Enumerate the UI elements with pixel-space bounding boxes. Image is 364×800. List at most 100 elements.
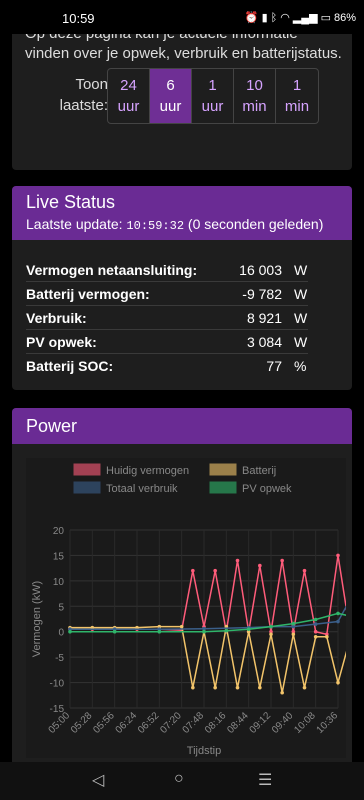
range-6-uur-button[interactable]: 6 uur [150,69,192,123]
status-time: 10:59 [62,11,95,26]
data-point [258,563,262,568]
y-tick-label: 15 [53,551,65,562]
data-point [336,619,340,624]
x-tick-label: 05:56 [91,710,117,736]
intro-text: Op deze pagina kan je actuele informatie… [25,34,342,62]
data-point [246,627,251,631]
data-point [336,611,340,616]
alarm-icon: ⏰ [244,12,259,24]
last-update-label: Laatste update: [26,216,123,232]
live-status-title: Live Status [26,192,116,212]
status-label: Batterij SOC: [26,358,114,374]
data-point [280,558,284,563]
data-point [280,690,284,695]
intro-card: Op deze pagina kan je actuele informatie… [12,34,352,170]
range-24-uur-button[interactable]: 24 uur [108,69,150,123]
range-unit: uur [201,98,224,115]
data-point [313,617,318,622]
power-chart: Huidig vermogen Batterij Totaal verbruik PV… [31,463,351,757]
legend-label: Totaal verbruik [106,483,178,495]
x-tick-label: 07:48 [181,710,207,736]
data-point [269,624,273,629]
y-tick-label: 10 [53,577,65,588]
status-label: Batterij vermogen: [26,286,150,302]
legend-swatch [209,481,237,494]
data-point [213,568,217,573]
last-update-time: 10:59:32 [126,219,185,233]
x-tick-label: 06:24 [114,710,140,736]
bluetooth-icon: ᛒ [270,11,278,24]
range-label: Toon laatste: [56,74,108,116]
y-tick-label: -10 [50,679,65,690]
data-point [313,622,318,626]
x-tick-label: 07:20 [158,710,184,736]
android-nav-bar: ◁ ○ ☰ [0,762,364,800]
data-point [291,621,296,626]
back-icon[interactable]: ◁ [92,770,104,790]
status-value: -9 782 [242,286,282,302]
data-point [157,629,162,634]
recents-icon[interactable]: ☰ [258,770,272,790]
x-tick-label: 08:16 [203,710,229,736]
data-point [224,628,229,633]
range-num: 1 [208,77,217,94]
y-tick-label: -5 [55,653,64,664]
status-icons: ⏰ ▮ ᛒ ◠ ▂▄▆ ▭ 86% [244,11,356,25]
status-unit: W [294,262,308,278]
status-row: Vermogen netaansluiting: 16 003 W [26,258,308,282]
status-row: PV opwek: 3 084 W [26,330,308,354]
data-point [235,558,240,563]
signal-icon: ▂▄▆ [292,12,318,24]
live-status-header: Live Status Laatste update: 10:59:32 (0 … [12,186,352,240]
range-unit: min [242,98,267,115]
range-10-min-button[interactable]: 10 min [234,69,276,123]
page-content[interactable]: Op deze pagina kan je actuele informatie… [0,34,364,762]
data-point [269,632,273,637]
battery-icon: ▭ [320,12,331,24]
status-label: Verbruik: [26,310,87,326]
legend-label: Batterij [242,465,276,477]
range-unit: uur [159,98,182,115]
home-icon[interactable]: ○ [174,770,184,788]
y-axis-label: Vermogen (kW) [31,581,43,657]
data-point [258,685,262,690]
data-point [179,624,184,629]
legend-label: Huidig vermogen [106,465,189,477]
status-row: Batterij SOC: 77 % [26,354,308,377]
y-tick-label: 0 [58,628,64,639]
status-unit: W [294,310,308,326]
range-label-line1: Toon [75,76,108,93]
battery-percent: 86% [333,11,356,24]
status-value: 3 084 [246,334,282,350]
x-tick-label: 09:12 [248,710,274,736]
power-title: Power [26,416,78,436]
power-header: Power [12,408,352,444]
y-tick-label: 5 [58,602,64,613]
x-axis-label: Tijdstip [187,745,221,757]
range-label-line2: laatste: [59,97,108,114]
data-point [191,568,195,573]
range-1-uur-button[interactable]: 1 uur [192,69,234,123]
range-unit: uur [117,98,140,115]
status-bar: 10:59 ⏰ ▮ ᛒ ◠ ▂▄▆ ▭ 86% [0,0,364,34]
legend-label: PV opwek [242,483,292,495]
x-tick-label: 05:28 [69,710,95,736]
status-table: Vermogen netaansluiting: 16 003 W Batter… [26,258,308,377]
y-tick-label: 20 [53,526,65,537]
range-num: 6 [166,77,175,94]
range-num: 24 [120,77,137,94]
power-chart-area: Huidig vermogen Batterij Totaal verbruik PV… [26,458,351,758]
data-point [68,629,72,634]
range-1-min-button[interactable]: 1 min [276,69,318,123]
status-unit: W [294,286,308,302]
status-unit: W [294,334,308,350]
range-unit: min [284,98,310,115]
x-tick-label: 10:36 [315,710,341,736]
data-point [202,629,206,634]
status-label: Vermogen netaansluiting: [26,262,198,278]
data-point [325,635,329,639]
data-point [235,685,240,690]
range-num: 10 [246,77,263,94]
legend-swatch [73,463,101,476]
x-tick-label: 10:08 [292,710,318,736]
